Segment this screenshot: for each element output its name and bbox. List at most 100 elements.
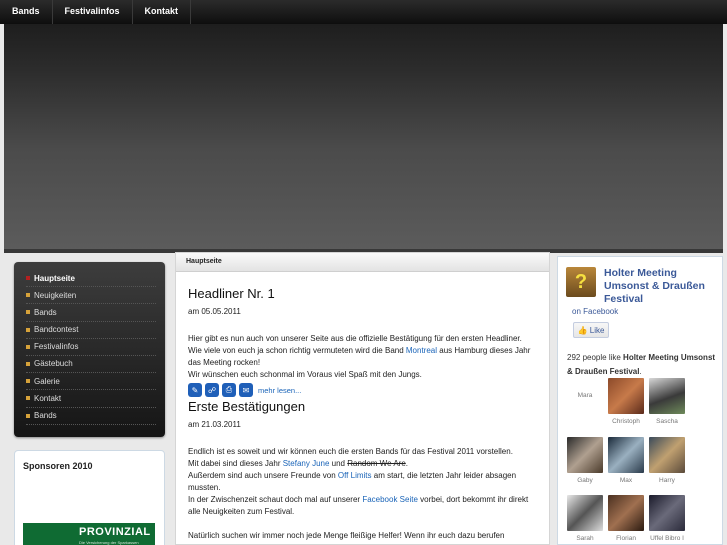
fan-avatar	[608, 437, 644, 473]
fan-avatar	[608, 378, 644, 414]
provinzial-logo[interactable]: PROVINZIAL Die Versicherung der Sparkass…	[23, 523, 155, 545]
share-icons: ✎ ☍ ⎙ ✉ mehr lesen...	[188, 383, 537, 397]
fan-christoph[interactable]: Christoph	[608, 378, 644, 425]
article-text: In der Zwischenzeit schaut doch mal auf …	[188, 495, 363, 504]
sidebar-item-label: Bandcontest	[34, 325, 79, 335]
fan-name: Sascha	[656, 418, 678, 425]
fan-name: Gaby	[577, 477, 593, 484]
mail-icon[interactable]: ✉	[239, 383, 253, 397]
struck-band-name: Random We Are	[347, 459, 406, 468]
fan-avatar	[649, 437, 685, 473]
bullet-icon	[26, 396, 30, 401]
sidebar-item-festivalinfos[interactable]: Festivalinfos	[26, 339, 156, 356]
fan-name: Sarah	[576, 535, 594, 542]
fan-name: Florian	[616, 535, 636, 542]
fan-avatar	[608, 495, 644, 531]
link-off-limits[interactable]: Off Limits	[338, 471, 372, 480]
article-paragraph: Natürlich suchen wir immer noch jede Men…	[188, 531, 505, 540]
comment-icon[interactable]: ✎	[188, 383, 202, 397]
fan-name: Uffel Bibro I	[650, 535, 684, 542]
sidebar-item-galerie[interactable]: Galerie	[26, 373, 156, 391]
article-paragraph: In der Zwischenzeit schaut doch mal auf …	[188, 494, 537, 518]
sidebar-item-label: Galerie	[34, 376, 60, 386]
link-stefany-june[interactable]: Stefany June	[283, 459, 330, 468]
bullet-icon	[26, 413, 30, 418]
article-text: .	[405, 459, 408, 468]
link-montreal[interactable]: Montreal	[406, 346, 437, 355]
sidebar-item-label: Hauptseite	[34, 273, 75, 283]
article-date: am 05.05.2011	[188, 307, 241, 316]
sponsor-tagline: Die Versicherung der Sparkassen	[79, 540, 139, 545]
fan-avatar	[567, 495, 603, 531]
page-avatar[interactable]: ?	[566, 267, 596, 297]
sidebar-item-label: Kontakt	[34, 393, 62, 403]
bullet-icon	[26, 344, 30, 349]
fan-harry[interactable]: Harry	[649, 437, 685, 484]
fan-count: 292 people like	[567, 353, 624, 362]
fan-avatar	[567, 437, 603, 473]
link-facebook-seite[interactable]: Facebook Seite	[362, 495, 418, 504]
sidebar-item-bands[interactable]: Bands	[26, 304, 156, 322]
header-banner	[4, 24, 723, 252]
sponsor-box: Sponsoren 2010 PROVINZIAL Die Versicheru…	[14, 450, 165, 545]
sidebar-item-hauptseite[interactable]: Hauptseite	[26, 270, 156, 288]
article-paragraph: Außerdem sind auch unsere Freunde von Of…	[188, 470, 537, 494]
print-icon[interactable]: ⎙	[222, 383, 236, 397]
like-button[interactable]: 👍 Like	[573, 322, 609, 338]
read-more-link[interactable]: mehr lesen...	[258, 386, 301, 395]
fan-florian[interactable]: Florian	[608, 495, 644, 542]
fan-avatar	[649, 495, 685, 531]
sidebar-item-label: Bands	[34, 411, 57, 420]
like-label: Like	[589, 325, 605, 335]
fan-count-text: 292 people like Holter Meeting Umsonst &…	[567, 353, 716, 376]
fan-uffel-bibro[interactable]: Uffel Bibro I	[649, 495, 685, 542]
article-paragraph: Mit dabei sind dieses Jahr Stefany June …	[188, 458, 537, 470]
fan-avatar	[649, 378, 685, 414]
article-text: Mit dabei sind dieses Jahr	[188, 459, 283, 468]
fan-name: Christoph	[612, 418, 640, 425]
bullet-icon	[26, 379, 30, 384]
sidebar-item-bands-2[interactable]: Bands	[26, 408, 156, 425]
article-headliner: Headliner Nr. 1 am 05.05.2011 Hier gibt …	[176, 286, 549, 397]
fan-sarah[interactable]: Sarah	[567, 495, 603, 542]
fan-name: Harry	[659, 477, 675, 484]
fan-name: Max	[619, 477, 633, 484]
thumbs-up-icon: 👍	[577, 325, 588, 335]
sidebar-item-kontakt[interactable]: Kontakt	[26, 390, 156, 408]
on-facebook-label[interactable]: on Facebook	[572, 307, 618, 316]
nav-kontakt[interactable]: Kontakt	[133, 0, 192, 24]
main-content: Hauptseite Headliner Nr. 1 am 05.05.2011…	[175, 252, 550, 545]
sidebar-item-label: Gästebuch	[34, 359, 73, 369]
bullet-icon	[26, 327, 30, 332]
nav-festivalinfos[interactable]: Festivalinfos	[53, 0, 133, 24]
article-paragraph: Wir wünschen euch schonmal im Voraus vie…	[188, 370, 422, 379]
facebook-like-box: ? Holter Meeting Umsonst & Draußen Festi…	[557, 256, 723, 545]
share-icon[interactable]: ☍	[205, 383, 219, 397]
fan-gaby[interactable]: Gaby	[567, 437, 603, 484]
sponsor-brand: PROVINZIAL	[79, 526, 151, 538]
nav-bands[interactable]: Bands	[0, 0, 53, 24]
sponsor-title: Sponsoren 2010	[23, 461, 93, 471]
sidebar-menu: Hauptseite Neuigkeiten Bands Bandcontest…	[14, 262, 165, 437]
fan-mara[interactable]: Mara	[567, 392, 603, 399]
bullet-icon	[26, 293, 30, 298]
article-text: und	[329, 459, 348, 468]
facebook-page-name[interactable]: Holter Meeting Umsonst & Draußen Festiva…	[604, 267, 716, 306]
fan-max[interactable]: Max	[608, 437, 644, 484]
sidebar-item-gaestebuch[interactable]: Gästebuch	[26, 356, 156, 374]
fan-name: Mara	[577, 392, 593, 399]
top-navigation: Bands Festivalinfos Kontakt	[0, 0, 727, 24]
breadcrumb: Hauptseite	[176, 253, 549, 272]
article-paragraph: Hier gibt es nun auch von unserer Seite …	[188, 333, 537, 369]
bullet-icon	[26, 310, 30, 315]
fan-sascha[interactable]: Sascha	[649, 378, 685, 425]
article-title[interactable]: Erste Bestätigungen	[188, 399, 537, 414]
article-title[interactable]: Headliner Nr. 1	[188, 286, 537, 301]
sidebar-item-label: Neuigkeiten	[34, 290, 77, 300]
bullet-icon	[26, 276, 30, 281]
article-text: Außerdem sind auch unsere Freunde von	[188, 471, 338, 480]
bullet-icon	[26, 362, 30, 367]
sidebar-item-label: Bands	[34, 307, 57, 317]
sidebar-item-neuigkeiten[interactable]: Neuigkeiten	[26, 287, 156, 305]
sidebar-item-bandcontest[interactable]: Bandcontest	[26, 322, 156, 339]
